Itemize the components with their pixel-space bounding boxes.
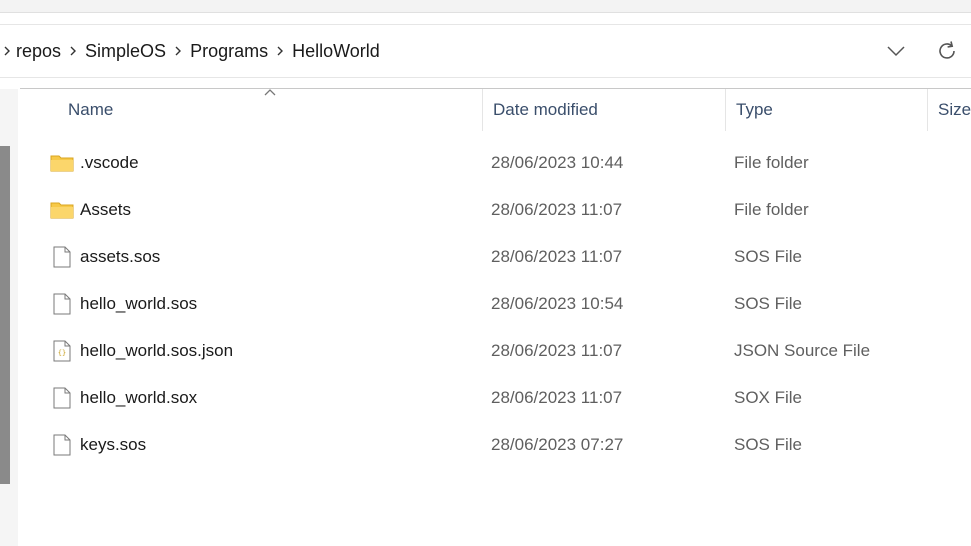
chevron-down-icon [887, 46, 905, 57]
file-icon [50, 280, 74, 327]
address-bar[interactable]: repos SimpleOS Programs HelloWorld [0, 24, 971, 78]
file-row-hello-world-sox[interactable]: hello_world.sox 28/06/2023 11:07 SOX Fil… [40, 374, 971, 421]
address-history-dropdown-button[interactable] [879, 35, 913, 67]
file-row-keys-sos[interactable]: keys.sos 28/06/2023 07:27 SOS File [40, 421, 971, 468]
chevron-right-icon[interactable] [168, 41, 188, 61]
file-type: JSON Source File [734, 341, 871, 360]
file-date-modified: 28/06/2023 11:07 [491, 341, 623, 360]
chevron-right-icon[interactable] [0, 41, 14, 61]
file-row-vscode[interactable]: .vscode 28/06/2023 10:44 File folder [40, 139, 971, 186]
file-list-view: Name Date modified Type Size .vscode 28/… [20, 89, 971, 546]
breadcrumb-item-programs[interactable]: Programs [188, 25, 270, 77]
file-type: File folder [734, 153, 809, 172]
file-type: SOX File [734, 388, 803, 407]
column-header-name[interactable]: Name [58, 89, 482, 131]
file-icon [50, 233, 74, 280]
breadcrumb-item-simpleos[interactable]: SimpleOS [83, 25, 168, 77]
file-name: hello_world.sox [80, 388, 198, 407]
file-date-modified: 28/06/2023 10:54 [491, 294, 624, 313]
svg-text:{}: {} [58, 349, 66, 357]
file-date-modified: 28/06/2023 11:07 [491, 247, 623, 266]
file-icon [50, 374, 74, 421]
window-top-strip [0, 0, 971, 13]
file-row-assets-sos[interactable]: assets.sos 28/06/2023 11:07 SOS File [40, 233, 971, 280]
folder-icon [50, 186, 74, 233]
file-name: hello_world.sos [80, 294, 198, 313]
chevron-right-icon[interactable] [63, 41, 83, 61]
nav-pane-scrollbar[interactable] [0, 146, 10, 484]
file-type: SOS File [734, 247, 803, 266]
file-name: assets.sos [80, 247, 161, 266]
file-date-modified: 28/06/2023 07:27 [491, 435, 624, 454]
breadcrumb: repos SimpleOS Programs HelloWorld [0, 25, 382, 77]
refresh-button[interactable] [930, 35, 964, 67]
file-date-modified: 28/06/2023 11:07 [491, 200, 623, 219]
breadcrumb-item-helloworld[interactable]: HelloWorld [290, 25, 382, 77]
column-header-size[interactable]: Size [927, 89, 971, 131]
column-header-type[interactable]: Type [725, 89, 927, 131]
file-name: hello_world.sos.json [80, 341, 234, 360]
file-icon [50, 421, 74, 468]
file-row-hello-world-sos[interactable]: hello_world.sos 28/06/2023 10:54 SOS Fil… [40, 280, 971, 327]
file-type: SOS File [734, 435, 803, 454]
json-file-icon: {} [50, 327, 74, 374]
file-name: Assets [80, 200, 132, 219]
column-header-date-modified[interactable]: Date modified [482, 89, 725, 131]
refresh-icon [939, 41, 955, 59]
chevron-right-icon[interactable] [270, 41, 290, 61]
file-date-modified: 28/06/2023 10:44 [491, 153, 624, 172]
file-row-assets[interactable]: Assets 28/06/2023 11:07 File folder [40, 186, 971, 233]
file-type: SOS File [734, 294, 803, 313]
folder-icon [50, 139, 74, 186]
file-date-modified: 28/06/2023 11:07 [491, 388, 623, 407]
breadcrumb-item-repos[interactable]: repos [14, 25, 63, 77]
file-name: .vscode [80, 153, 139, 172]
file-type: File folder [734, 200, 809, 219]
file-row-hello-world-sos-json[interactable]: {} hello_world.sos.json 28/06/2023 11:07… [40, 327, 971, 374]
file-name: keys.sos [80, 435, 147, 454]
